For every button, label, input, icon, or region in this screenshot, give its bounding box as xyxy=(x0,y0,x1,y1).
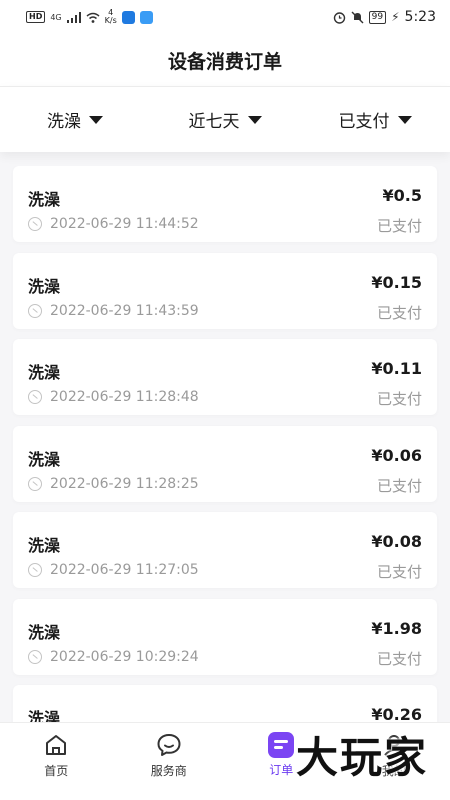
status-right: 99 ⚡ 5:23 xyxy=(333,9,436,25)
home-icon xyxy=(46,735,67,755)
status-left: HD 4G 4 K/s xyxy=(26,9,153,25)
clock-icon xyxy=(28,476,42,491)
clock-time: 5:23 xyxy=(404,9,436,25)
order-time-row: 2022-06-29 11:28:25 xyxy=(28,476,199,492)
order-name: 洗澡 xyxy=(28,536,61,555)
watermark-logo: 大玩家 xyxy=(295,733,428,782)
order-doc-icon xyxy=(268,732,295,758)
order-time-row: 2022-06-29 11:44:52 xyxy=(28,216,199,232)
status-bar: HD 4G 4 K/s 99 ⚡ 5:23 xyxy=(0,0,450,34)
order-time-row: 2022-06-29 11:28:48 xyxy=(28,389,199,405)
order-name: 洗澡 xyxy=(28,363,61,382)
order-amount: ¥0.06 xyxy=(371,445,422,465)
chat-bubble-icon xyxy=(157,734,181,756)
order-status: 已支付 xyxy=(376,303,422,322)
order-item[interactable]: 洗澡 ¥0.06 2022-06-29 11:28:25 已支付 xyxy=(13,425,437,502)
clock-icon xyxy=(28,390,42,404)
order-list[interactable]: 洗澡 ¥0.5 2022-06-29 11:44:52 已支付 洗澡 ¥0.15… xyxy=(0,166,450,722)
order-time: 2022-06-29 11:28:48 xyxy=(50,389,199,405)
filter-bar: 洗澡 近七天 已支付 xyxy=(0,86,450,152)
order-amount: ¥0.26 xyxy=(371,705,422,722)
cloud-notification-icon xyxy=(139,10,153,24)
clock-icon xyxy=(28,563,42,577)
nav-service-provider-label: 服务商 xyxy=(150,764,187,778)
order-amount: ¥0.11 xyxy=(371,359,422,378)
order-time-row: 2022-06-29 11:43:59 xyxy=(28,303,199,319)
caret-down-icon xyxy=(247,115,262,124)
order-item[interactable]: 洗澡 ¥0.15 2022-06-29 11:43:59 已支付 xyxy=(13,252,437,329)
page-title: 设备消费订单 xyxy=(167,50,282,73)
order-item[interactable]: 洗澡 ¥1.98 2022-06-29 10:29:24 已支付 xyxy=(13,598,437,675)
order-name: 洗澡 xyxy=(28,622,61,642)
order-name: 洗澡 xyxy=(28,190,61,209)
network-speed-unit: K/s xyxy=(104,16,117,25)
filter-category-dropdown[interactable]: 洗澡 xyxy=(0,107,150,132)
mute-icon xyxy=(351,11,364,23)
clock-icon xyxy=(28,303,42,318)
order-time: 2022-06-29 11:44:52 xyxy=(50,216,199,232)
filter-category-label: 洗澡 xyxy=(47,112,81,132)
network-speed: 4 K/s xyxy=(105,9,117,25)
wifi-icon xyxy=(86,12,100,23)
page-header: 设备消费订单 xyxy=(0,34,450,86)
nav-orders-label: 订单 xyxy=(269,763,294,777)
clock-icon xyxy=(28,649,42,664)
order-status: 已支付 xyxy=(376,390,422,408)
order-amount: ¥1.98 xyxy=(371,618,422,638)
filter-date-range-label: 近七天 xyxy=(188,112,240,132)
caret-down-icon xyxy=(397,115,412,124)
order-amount: ¥0.15 xyxy=(371,272,422,292)
order-status: 已支付 xyxy=(376,563,422,581)
order-name: 洗澡 xyxy=(28,709,61,722)
nav-item-home[interactable]: 首页 xyxy=(0,723,113,779)
order-status: 已支付 xyxy=(376,476,422,495)
caret-down-icon xyxy=(89,115,103,124)
alarm-icon xyxy=(333,11,345,24)
order-name: 洗澡 xyxy=(28,449,61,469)
order-amount: ¥0.5 xyxy=(382,186,422,205)
hd-indicator: HD xyxy=(26,11,46,23)
order-time: 2022-06-29 11:43:59 xyxy=(50,302,199,319)
order-item[interactable]: 洗澡 ¥0.5 2022-06-29 11:44:52 已支付 xyxy=(13,166,437,242)
filter-status-dropdown[interactable]: 已支付 xyxy=(300,107,450,132)
order-time-row: 2022-06-29 11:27:05 xyxy=(28,562,199,578)
signal-icon xyxy=(66,11,81,23)
battery-indicator: 99 xyxy=(368,10,387,24)
order-name: 洗澡 xyxy=(28,276,61,296)
charging-icon: ⚡ xyxy=(391,10,400,24)
order-status: 已支付 xyxy=(376,649,422,668)
order-time: 2022-06-29 10:29:24 xyxy=(50,648,199,665)
order-item[interactable]: 洗澡 ¥0.11 2022-06-29 11:28:48 已支付 xyxy=(13,339,437,415)
filter-status-label: 已支付 xyxy=(338,112,390,132)
clock-icon xyxy=(28,217,42,231)
app-notification-icon xyxy=(121,10,135,24)
order-item[interactable]: 洗澡 ¥0.26 xyxy=(13,685,437,722)
nav-home-label: 首页 xyxy=(44,764,69,778)
order-item[interactable]: 洗澡 ¥0.08 2022-06-29 11:27:05 已支付 xyxy=(13,512,437,588)
order-time-row: 2022-06-29 10:29:24 xyxy=(28,649,199,665)
order-amount: ¥0.08 xyxy=(371,532,422,551)
order-status: 已支付 xyxy=(376,217,422,235)
order-time: 2022-06-29 11:27:05 xyxy=(50,562,199,578)
filter-date-range-dropdown[interactable]: 近七天 xyxy=(150,107,300,132)
order-time: 2022-06-29 11:28:25 xyxy=(50,475,199,492)
nav-item-service-provider[interactable]: 服务商 xyxy=(113,723,226,779)
network-type: 4G xyxy=(50,12,62,22)
